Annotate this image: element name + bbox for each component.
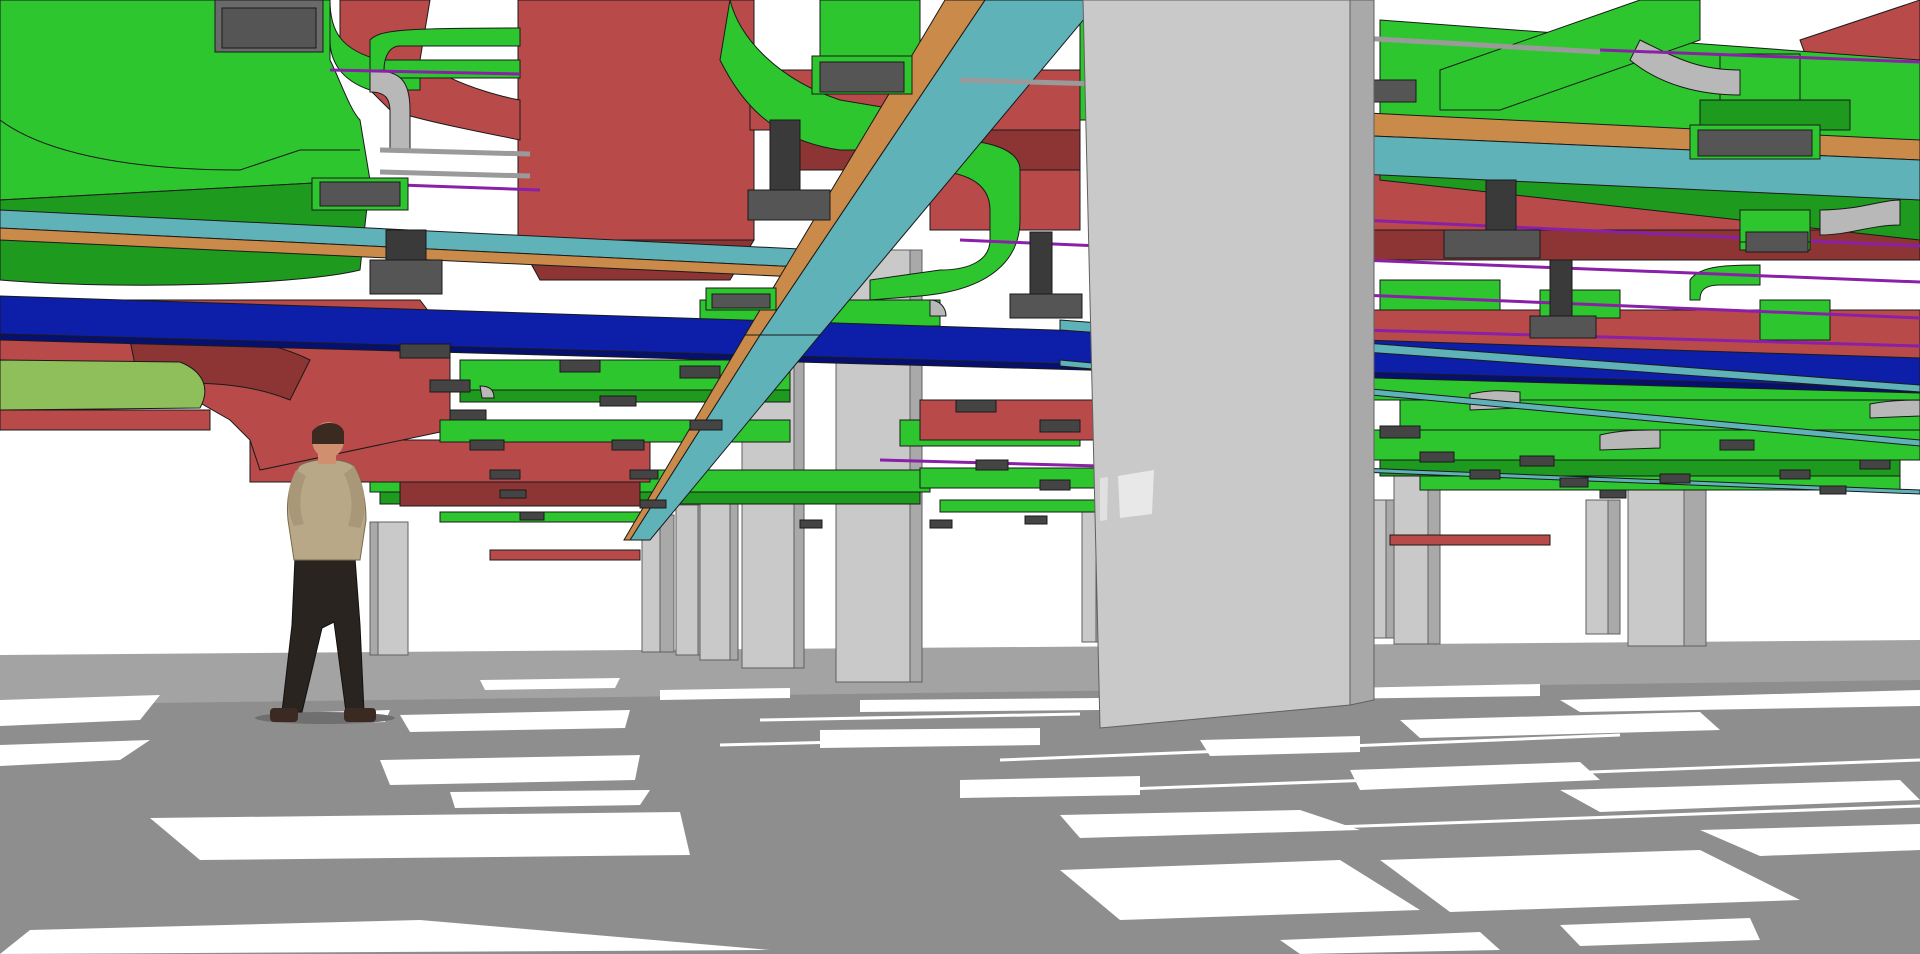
person-shoe-left xyxy=(270,708,298,722)
diffuser-12 xyxy=(705,287,777,311)
person-hair-back xyxy=(312,425,344,444)
3d-model-viewport[interactable] xyxy=(0,0,1920,954)
bim-scene-render xyxy=(0,0,1920,954)
diffuser-2 xyxy=(311,177,409,211)
diffuser-1 xyxy=(214,0,324,53)
diffuser-8 xyxy=(1739,209,1811,253)
column-main-near xyxy=(1082,0,1375,729)
diffuser-5 xyxy=(1689,124,1821,160)
person-shoe-right xyxy=(344,708,376,722)
olive-duct-left xyxy=(0,359,206,411)
column-left-far-1 xyxy=(369,521,409,656)
ceiling-services xyxy=(0,0,1920,561)
diffuser-3 xyxy=(811,55,913,95)
column-right-far-4 xyxy=(1585,499,1621,635)
column-right-far-2 xyxy=(1371,499,1395,639)
